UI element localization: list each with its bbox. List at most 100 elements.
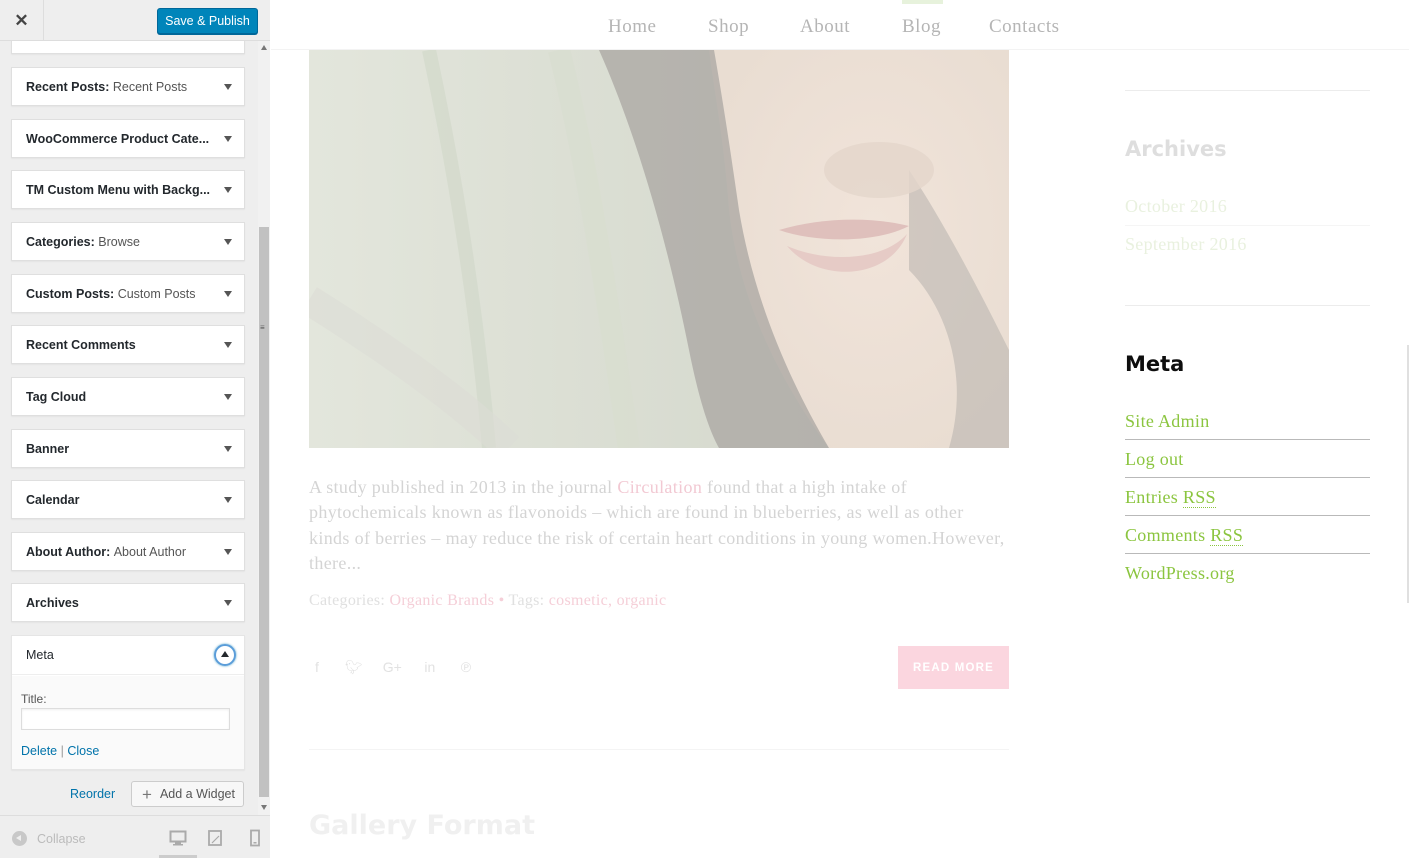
meta-separator: • [498, 592, 505, 609]
read-more-button[interactable]: READ MORE [898, 646, 1009, 689]
widget-meta-expanded: Meta Title: Delete | Close [11, 635, 245, 770]
widget-custom-posts[interactable]: Custom Posts: Custom Posts [11, 274, 245, 313]
scroll-down-arrow-icon[interactable] [261, 805, 267, 810]
widget-subtitle: Custom Posts [117, 287, 196, 301]
chevron-down-icon[interactable] [224, 187, 232, 193]
widget-banner[interactable]: Banner [11, 429, 245, 468]
meta-widget-header[interactable]: Meta [12, 636, 244, 675]
entries-rss-link[interactable]: Entries RSS [1125, 487, 1216, 508]
site-admin-link[interactable]: Site Admin [1125, 411, 1210, 432]
add-widget-button[interactable]: + Add a Widget [131, 781, 244, 807]
excerpt-highlight-link[interactable]: Circulation [617, 477, 702, 497]
chevron-down-icon[interactable] [224, 446, 232, 452]
chevron-down-icon[interactable] [224, 342, 232, 348]
category-link[interactable]: Organic Brands [389, 592, 494, 609]
widget-archives[interactable]: Archives [11, 583, 245, 622]
widget-title: About Author [26, 545, 107, 559]
widget-custom-menu[interactable]: TM Custom Menu with Backg... [11, 170, 245, 209]
close-link[interactable]: Close [67, 744, 99, 758]
chevron-down-icon[interactable] [224, 394, 232, 400]
log-out-link[interactable]: Log out [1125, 449, 1184, 470]
meta-separator [1125, 515, 1370, 516]
meta-widget-form: Title: Delete | Close [12, 676, 244, 769]
close-customizer-button[interactable]: ✕ [0, 0, 44, 41]
post-featured-image[interactable] [309, 50, 1009, 448]
rss-abbr: RSS [1182, 487, 1216, 508]
chevron-down-icon[interactable] [224, 291, 232, 297]
scrollbar[interactable]: ≡ [258, 41, 270, 815]
widget-tag-cloud[interactable]: Tag Cloud [11, 377, 245, 416]
google-plus-icon[interactable]: G+ [383, 659, 402, 676]
nav-item-home[interactable]: Home [608, 16, 656, 38]
chevron-up-icon[interactable] [214, 644, 236, 666]
widget-calendar[interactable]: Calendar [11, 480, 245, 519]
widget-title: Archives [26, 596, 79, 610]
twitter-icon[interactable]: 🐦︎ [345, 659, 363, 676]
chevron-down-icon[interactable] [224, 600, 232, 606]
widget-recent-posts[interactable]: Recent Posts: Recent Posts [11, 67, 245, 106]
archive-link[interactable]: September 2016 [1125, 234, 1247, 255]
widget-title: Tag Cloud [26, 390, 87, 404]
widget-title: Recent Posts [26, 80, 106, 94]
link-text: WordPress.org [1125, 563, 1235, 583]
categories-label: Categories: [309, 592, 386, 609]
post-meta: Categories: Organic Brands • Tags: cosme… [309, 592, 666, 610]
chevron-down-icon[interactable] [224, 136, 232, 142]
widget-title: TM Custom Menu with Backg... [26, 183, 211, 197]
nav-item-blog[interactable]: Blog [902, 16, 941, 38]
title-field[interactable] [21, 708, 230, 730]
chevron-down-icon[interactable] [224, 239, 232, 245]
customizer-sidebar: ✕ Save & Publish Recent Posts: Recent Po… [0, 0, 270, 858]
nav-item-contacts[interactable]: Contacts [989, 16, 1060, 38]
wordpress-org-link[interactable]: WordPress.org [1125, 563, 1235, 584]
add-widget-label: Add a Widget [159, 787, 235, 801]
sidebar-divider [1125, 305, 1370, 306]
portrait-photo [309, 50, 1009, 448]
scroll-up-arrow-icon[interactable] [261, 45, 267, 50]
widget-item[interactable] [11, 41, 245, 54]
plus-icon: + [142, 784, 152, 804]
meta-heading: Meta [1125, 352, 1185, 376]
widget-title: Custom Posts [26, 287, 111, 301]
tags-links[interactable]: cosmetic, organic [549, 592, 667, 609]
chevron-down-icon[interactable] [224, 84, 232, 90]
chevron-down-icon[interactable] [224, 549, 232, 555]
mobile-icon[interactable] [246, 829, 264, 847]
desktop-icon[interactable] [169, 829, 187, 847]
link-text: Log out [1125, 449, 1184, 469]
save-publish-button[interactable]: Save & Publish [157, 8, 258, 34]
tablet-icon[interactable] [206, 829, 224, 847]
widget-subtitle: Browse [98, 235, 140, 249]
sidebar-divider [1125, 90, 1370, 91]
widget-subtitle: Recent Posts [112, 80, 188, 94]
post-divider [309, 749, 1009, 750]
widget-about-author[interactable]: About Author: About Author [11, 532, 245, 571]
comments-rss-link[interactable]: Comments RSS [1125, 525, 1244, 546]
customizer-header: ✕ Save & Publish [0, 0, 270, 41]
facebook-icon[interactable]: f [309, 659, 325, 676]
widget-actions: Delete | Close [21, 744, 99, 758]
delete-link[interactable]: Delete [21, 744, 57, 758]
rss-abbr: RSS [1210, 525, 1244, 546]
linkedin-icon[interactable]: in [422, 659, 438, 676]
chevron-down-icon[interactable] [224, 497, 232, 503]
widget-title: Recent Comments [26, 338, 136, 352]
reorder-link[interactable]: Reorder [70, 787, 115, 801]
meta-separator [1125, 439, 1370, 440]
link-text: Entries [1125, 487, 1183, 507]
pinterest-icon[interactable]: ℗ [458, 659, 474, 676]
widget-title: Calendar [26, 493, 80, 507]
scrollbar-thumb[interactable] [259, 227, 269, 797]
collapse-icon[interactable] [12, 831, 27, 846]
customizer-footer: Collapse [0, 815, 270, 858]
collapse-button[interactable]: Collapse [37, 832, 86, 846]
archive-link[interactable]: October 2016 [1125, 196, 1227, 217]
widget-categories[interactable]: Categories: Browse [11, 222, 245, 261]
nav-item-shop[interactable]: Shop [708, 16, 749, 38]
next-post-title[interactable]: Gallery Format [309, 810, 535, 841]
widget-woocommerce-categories[interactable]: WooCommerce Product Cate... [11, 119, 245, 158]
archives-heading: Archives [1125, 137, 1227, 161]
nav-item-about[interactable]: About [800, 16, 850, 38]
share-icons: f 🐦︎ G+ in ℗ [309, 659, 474, 676]
widget-recent-comments[interactable]: Recent Comments [11, 325, 245, 364]
